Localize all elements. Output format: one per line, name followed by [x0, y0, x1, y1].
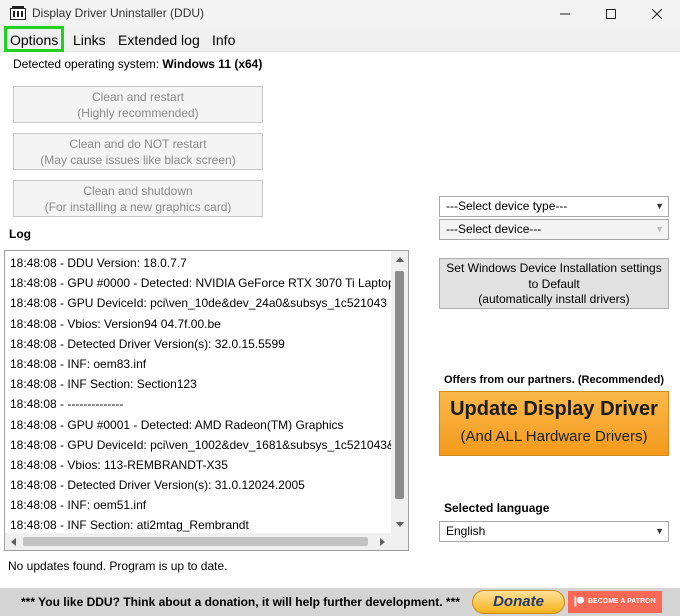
clean-norestart-line1: Clean and do NOT restart: [69, 137, 207, 151]
maximize-button[interactable]: [588, 0, 634, 28]
window-title: Display Driver Uninstaller (DDU): [32, 6, 205, 20]
update-display-driver-button[interactable]: Update Display Driver (And ALL Hardware …: [439, 391, 669, 456]
donation-text: *** You like DDU? Think about a donation…: [21, 595, 460, 609]
horizontal-scroll-thumb[interactable]: [23, 537, 368, 546]
settings-line2: to Default: [528, 276, 580, 291]
settings-line3: (automatically install drivers): [478, 292, 630, 306]
chevron-down-icon: ▼: [655, 224, 664, 234]
close-button[interactable]: [634, 0, 680, 28]
update-status: No updates found. Program is up to date.: [8, 559, 228, 573]
donation-bar: *** You like DDU? Think about a donation…: [0, 588, 680, 616]
log-line: 18:48:08 - DDU Version: 18.0.7.7: [10, 256, 187, 270]
chevron-down-icon: [395, 522, 404, 527]
log-box[interactable]: 18:48:08 - DDU Version: 18.0.7.7 18:48:0…: [4, 250, 409, 551]
log-lines: 18:48:08 - DDU Version: 18.0.7.7 18:48:0…: [10, 253, 395, 533]
default-install-settings-button[interactable]: Set Windows Device Installation settings…: [439, 258, 669, 309]
clean-norestart-line2: (May cause issues like black screen): [40, 153, 236, 167]
log-line: 18:48:08 - INF Section: Section123: [10, 377, 197, 392]
clean-shutdown-line1: Clean and shutdown: [83, 184, 193, 198]
language-select[interactable]: English ▼: [439, 521, 669, 542]
vertical-scroll-thumb[interactable]: [395, 271, 404, 499]
clean-and-restart-button[interactable]: Clean and restart (Highly recommended): [13, 86, 263, 123]
chevron-up-icon: [395, 257, 404, 262]
patron-label: BECOME A PATRON: [588, 598, 656, 605]
minimize-button[interactable]: [542, 0, 588, 28]
language-label: Selected language: [444, 501, 550, 515]
device-value: ---Select device---: [446, 222, 542, 236]
title-bar: Display Driver Uninstaller (DDU): [0, 0, 680, 28]
detected-os: Detected operating system: Windows 11 (x…: [13, 57, 262, 71]
log-line: 18:48:08 - Detected Driver Version(s): 3…: [10, 478, 305, 493]
menu-links[interactable]: Links: [69, 28, 110, 52]
log-line: 18:48:08 - INF: oem51.inf: [10, 498, 147, 513]
partners-label: Offers from our partners. (Recommended): [444, 374, 665, 386]
donate-button[interactable]: Donate: [472, 590, 565, 614]
app-icon: [10, 6, 26, 20]
scroll-up-button[interactable]: [391, 251, 408, 268]
chevron-down-icon: ▼: [655, 201, 664, 211]
log-line: 18:48:08 - GPU #0000 - Detected: NVIDIA …: [10, 276, 395, 291]
close-icon: [652, 9, 662, 19]
log-line: 18:48:08 - Vbios: 113-REMBRANDT-X35: [10, 457, 228, 472]
device-type-select[interactable]: ---Select device type--- ▼: [439, 196, 669, 217]
log-line: 18:48:08 - INF: oem83.inf: [10, 356, 147, 371]
menu-extended-log[interactable]: Extended log: [114, 28, 204, 52]
patreon-icon: [574, 596, 585, 607]
chevron-right-icon: [380, 537, 385, 546]
become-patron-button[interactable]: BECOME A PATRON: [568, 591, 662, 613]
scroll-right-button[interactable]: [374, 533, 391, 550]
settings-line1: Set Windows Device Installation settings: [446, 261, 662, 275]
menu-bar: Options Links Extended log Info: [0, 26, 680, 52]
scroll-left-button[interactable]: [5, 533, 22, 550]
device-type-value: ---Select device type---: [446, 199, 568, 213]
log-horizontal-scrollbar[interactable]: [5, 533, 391, 550]
menu-info[interactable]: Info: [208, 28, 239, 52]
clean-restart-line1: Clean and restart: [91, 90, 185, 104]
log-line: 18:48:08 - INF Section: ati2mtag_Rembran…: [10, 518, 249, 533]
clean-and-shutdown-button[interactable]: Clean and shutdown (For installing a new…: [13, 180, 263, 217]
log-vertical-scrollbar[interactable]: [391, 251, 408, 533]
log-line: 18:48:08 - Detected Driver Version(s): 3…: [10, 336, 285, 351]
detected-os-label: Detected operating system:: [13, 57, 160, 71]
log-label: Log: [9, 227, 31, 241]
log-line: 18:48:08 - GPU DeviceId: pci\ven_10de&de…: [10, 296, 387, 311]
device-select[interactable]: ---Select device--- ▼: [439, 219, 669, 240]
clean-restart-line2: (Highly recommended): [77, 106, 199, 120]
scroll-down-button[interactable]: [391, 516, 408, 533]
update-driver-subtitle: (And ALL Hardware Drivers): [460, 428, 648, 445]
log-line: 18:48:08 - GPU #0001 - Detected: AMD Rad…: [10, 417, 344, 432]
clean-shutdown-line2: (For installing a new graphics card): [44, 200, 232, 214]
scrollbar-corner: [391, 533, 408, 550]
log-line: 18:48:08 - --------------: [10, 397, 124, 412]
menu-options[interactable]: Options: [4, 26, 65, 52]
chevron-left-icon: [11, 537, 16, 546]
chevron-down-icon: ▼: [655, 526, 664, 536]
language-value: English: [446, 524, 486, 538]
log-line: 18:48:08 - Vbios: Version94 04.7f.00.be: [10, 316, 221, 331]
maximize-icon: [606, 9, 616, 19]
update-driver-title: Update Display Driver: [450, 398, 658, 420]
log-line: 18:48:08 - GPU DeviceId: pci\ven_1002&de…: [10, 437, 395, 452]
detected-os-value: Windows 11 (x64): [162, 57, 263, 71]
minimize-icon: [560, 13, 570, 15]
clean-no-restart-button[interactable]: Clean and do NOT restart (May cause issu…: [13, 133, 263, 170]
